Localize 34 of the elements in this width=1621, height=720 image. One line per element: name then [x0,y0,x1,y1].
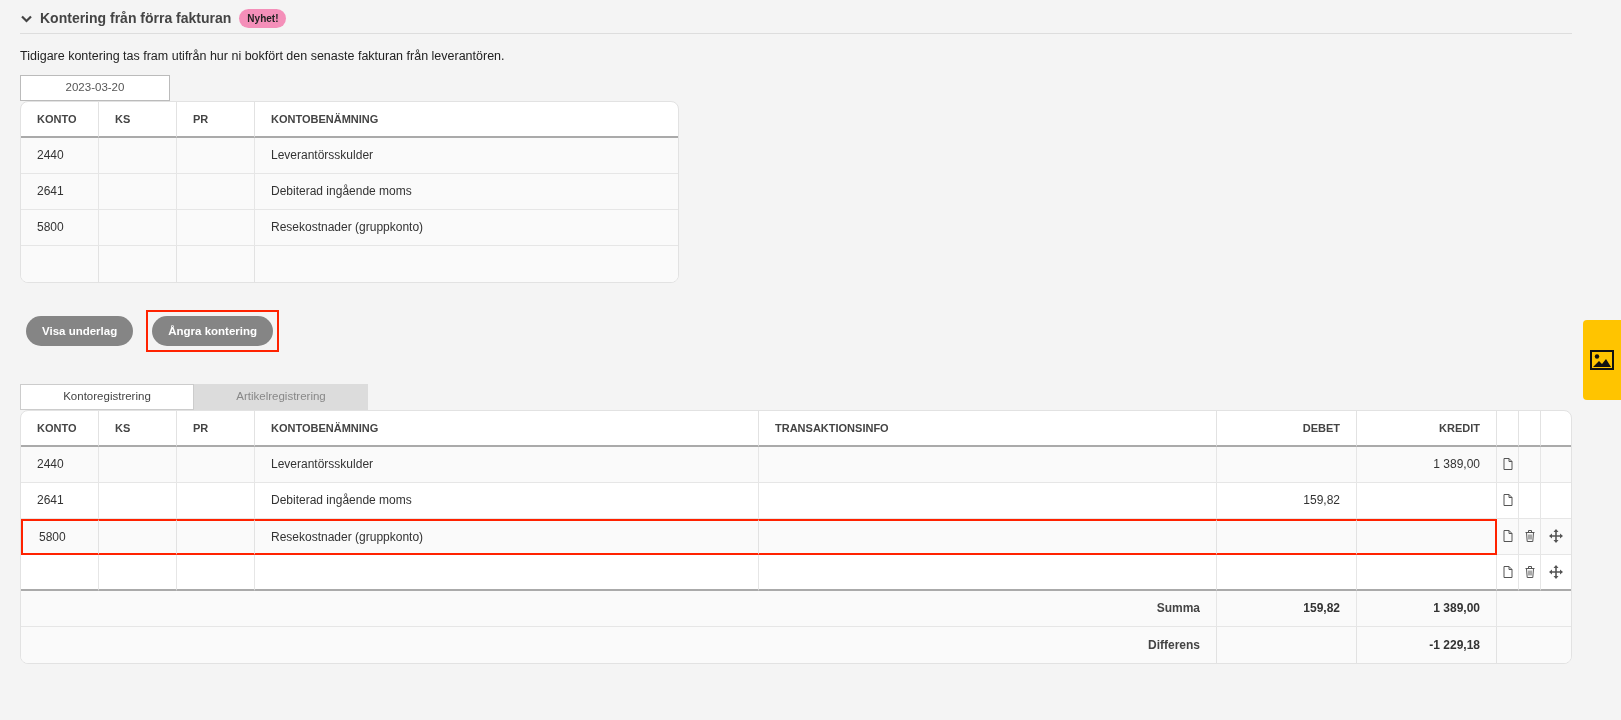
total-cell: 159,82 [1217,590,1357,627]
new-badge: Nyhet! [239,9,287,28]
move-icon[interactable] [1549,564,1563,579]
table-cell: 1 389,00 [1357,446,1497,483]
total-label: Summa [21,590,1217,627]
image-side-tab[interactable] [1583,320,1621,400]
table-cell: 159,82 [1217,482,1357,519]
total-cell: 1 389,00 [1357,590,1497,627]
total-cell: -1 229,18 [1357,626,1497,663]
table-cell: 2440 [21,446,99,483]
section-title: Kontering från förra fakturan [40,9,232,28]
document-icon[interactable] [1502,565,1513,578]
table-cell: Debiterad ingående moms [255,173,678,210]
table-cell: 2440 [21,137,99,174]
table-cell: Leverantörsskulder [255,446,759,483]
trash-icon[interactable] [1524,530,1535,543]
document-icon[interactable] [1502,458,1513,471]
document-icon[interactable] [1502,530,1513,543]
description-text: Tidigare kontering tas fram utifrån hur ni bokfört den senaste fakturan från leverantören. [20,48,506,65]
table-cell: Resekostnader (gruppkonto) [255,518,759,555]
action-button[interactable]: Ångra kontering [146,309,280,352]
table-cell: 2641 [21,482,99,519]
tab[interactable]: Artikelregistrering [194,383,368,410]
table-cell: Leverantörsskulder [255,137,678,174]
trash-icon[interactable] [1524,565,1535,578]
table-cell: Resekostnader (gruppkonto) [255,209,678,246]
tab[interactable]: Kontoregistrering [20,383,194,410]
move-icon[interactable] [1549,529,1563,544]
table-cell: Debiterad ingående moms [255,482,759,519]
image-icon [1590,350,1614,370]
table-cell: 5800 [21,209,99,246]
table-cell: 2641 [21,173,99,210]
total-label: Differens [21,626,1217,663]
document-icon[interactable] [1502,494,1513,507]
